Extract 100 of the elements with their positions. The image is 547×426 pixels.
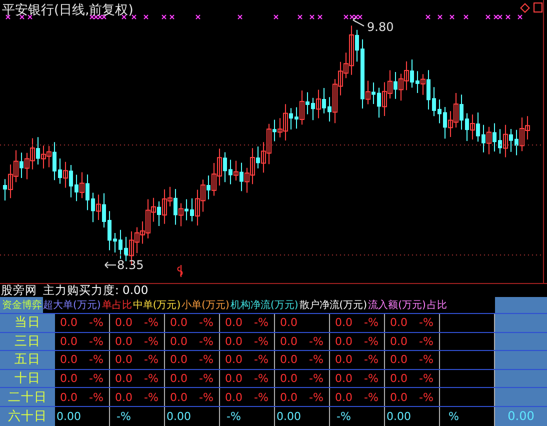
table-cell: -% xyxy=(144,316,158,330)
row-label: 十日 xyxy=(14,370,42,388)
table-cell: 0.0 xyxy=(60,390,78,404)
table-cell: 0.00 xyxy=(166,410,191,423)
table-cell: -% xyxy=(89,316,104,330)
candlestick xyxy=(438,99,442,124)
column-header: 中单(万元) xyxy=(132,298,181,312)
table-cell: -% xyxy=(309,353,324,366)
table-cell: 0.0 xyxy=(115,353,132,366)
table-cell: -% xyxy=(309,372,324,386)
table-cell: 0.0 xyxy=(225,316,242,330)
table-cell: 0.0 xyxy=(390,390,408,404)
table-cell: -% xyxy=(199,372,214,386)
table-cell: 0.0 xyxy=(170,353,188,366)
table-cell: -% xyxy=(364,334,378,348)
table-cell: 0.0 xyxy=(280,353,298,366)
table-cell: 0.0 xyxy=(115,372,132,386)
row-label: 六十日 xyxy=(7,406,48,425)
table-cell: 0.0 xyxy=(115,316,132,330)
table-cell: -% xyxy=(89,372,104,386)
table-cell: -% xyxy=(254,390,268,404)
table-cell: -% xyxy=(364,316,378,330)
table-cell: 0.0 xyxy=(390,372,408,386)
table-cell: -% xyxy=(419,372,434,386)
indicator-reading: 主力购买力度: 0.00 xyxy=(43,283,148,298)
table-cell: 0.00 xyxy=(386,410,411,423)
table-cell: 0.0 xyxy=(115,334,132,348)
table-cell: 0.0 xyxy=(170,372,188,386)
table-cell: -% xyxy=(419,334,434,348)
table-cell: -% xyxy=(116,410,131,423)
table-cell: 0.0 xyxy=(225,390,242,404)
table-cell: 0.0 xyxy=(390,353,408,366)
column-header: 单占比 xyxy=(102,298,132,312)
candlestick xyxy=(113,232,117,254)
table-cell: -% xyxy=(199,316,214,330)
table-cell: -% xyxy=(89,353,104,366)
dollar-signal-icon xyxy=(177,264,183,278)
table-cell: 0.0 xyxy=(335,316,352,330)
table-cell: 0.0 xyxy=(170,334,188,348)
table-cell: -% xyxy=(309,390,324,404)
table-cell: -% xyxy=(144,390,158,404)
column-header: 流入额(万元) xyxy=(368,298,426,312)
low-leader-icon xyxy=(104,262,116,268)
table-cell: -% xyxy=(254,372,268,386)
table-cell: -% xyxy=(419,390,434,404)
row-label: 三日 xyxy=(14,332,42,350)
table-cell: 0.0 xyxy=(280,334,298,348)
table-cell: 0.0 xyxy=(60,334,78,348)
table-cell: 0.0 xyxy=(335,372,352,386)
table-cell: 0.00 xyxy=(276,410,301,423)
table-cell: -% xyxy=(144,334,158,348)
table-cell: -% xyxy=(199,334,214,348)
table-cell: -% xyxy=(364,353,378,366)
high-price-label: 9.80 xyxy=(367,20,394,34)
high-leader-icon xyxy=(352,18,364,26)
table-cell: 0.0 xyxy=(170,390,188,404)
table-cell: -% xyxy=(254,353,268,366)
table-cell: 0.0 xyxy=(60,316,78,330)
table-cell: 0.0 xyxy=(280,316,298,330)
table-cell: -% xyxy=(199,353,214,366)
table-cell: 0.0 xyxy=(115,390,132,404)
table-cell: -% xyxy=(419,316,434,330)
table-cell: 0.0 xyxy=(280,390,298,404)
table-cell: % xyxy=(448,410,459,423)
table-cell: -% xyxy=(254,334,268,348)
table-cell: 0.0 xyxy=(335,334,352,348)
table-cell: 0.00 xyxy=(56,410,81,423)
table-cell: 0.0 xyxy=(335,390,352,404)
table-cell: -% xyxy=(144,372,158,386)
table-cell: -% xyxy=(89,334,104,348)
chart-title: 平安银行(日线,前复权) xyxy=(2,2,134,19)
table-cell: -% xyxy=(309,334,324,348)
table-cell: -% xyxy=(336,410,351,423)
table-cell: -% xyxy=(199,390,214,404)
table-cell: -% xyxy=(144,353,158,366)
row-label: 二十日 xyxy=(7,388,48,406)
column-header: 机构净流(万元) xyxy=(230,298,298,312)
table-cell: -% xyxy=(364,372,378,386)
candlestick xyxy=(118,229,122,260)
table-cell: 0.0 xyxy=(225,372,242,386)
candlestick xyxy=(108,210,112,251)
low-price-label: 8.35 xyxy=(117,258,144,272)
candlestick xyxy=(432,86,436,117)
table-cell: -% xyxy=(364,390,378,404)
column-header: 超大单(万元) xyxy=(43,298,101,312)
row-label: 当日 xyxy=(14,314,42,332)
square-icon xyxy=(534,2,542,12)
column-header: 小单(万元) xyxy=(182,298,230,312)
table-cell: 0.0 xyxy=(60,353,78,366)
table-cell: 0.0 xyxy=(390,334,408,348)
table-cell: 0.0 xyxy=(60,372,78,386)
indicator-name: 股旁网 xyxy=(1,283,37,298)
row-label: 五日 xyxy=(14,351,42,368)
column-header: 资金博弈 xyxy=(2,298,42,312)
table-cell-text: 0.00 xyxy=(506,408,536,426)
diamond-icon xyxy=(520,3,530,13)
table-cell: 0.0 xyxy=(335,353,352,366)
table-cell: 0.0 xyxy=(280,372,298,386)
table-cell: 0.0 xyxy=(225,353,242,366)
table-cell: -% xyxy=(419,353,434,366)
